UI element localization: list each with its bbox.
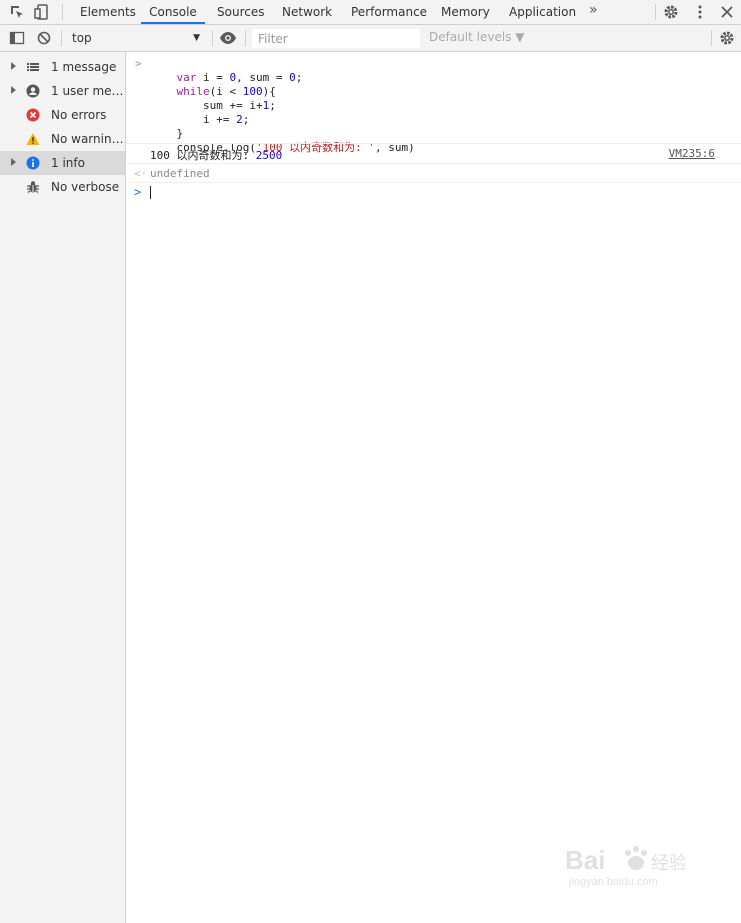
tab-elements[interactable]: Elements [80,0,136,24]
sidebar-item-label: 1 user mess... [51,84,124,98]
log-levels-dropdown[interactable]: Default levels ▼ [429,30,525,44]
tab-console[interactable]: Console [141,0,205,24]
sidebar-item-errors[interactable]: No errors [0,103,125,127]
toolbar-divider [655,4,656,20]
watermark-url: jingyan.baidu.com [569,876,658,888]
live-expression-eye-icon[interactable] [219,29,237,47]
user-icon [26,84,40,98]
chevron-down-icon: ▼ [193,33,200,43]
tab-performance[interactable]: Performance [351,0,427,24]
return-arrow-icon: <· [134,167,148,180]
tab-sources[interactable]: Sources [217,0,264,24]
toolbar-divider [711,30,712,46]
console-settings-gear-icon[interactable] [718,29,736,47]
console-input-caret[interactable] [150,186,151,199]
toolbar-divider [212,30,213,46]
tab-memory[interactable]: Memory [441,0,490,24]
info-icon [26,156,40,170]
list-icon [27,63,39,71]
watermark-logo: Bai du 经验 [565,845,687,876]
expand-arrow-icon[interactable] [11,62,16,70]
toolbar-divider [62,4,63,20]
tab-application[interactable]: Application [509,0,576,24]
toolbar-divider [61,30,62,46]
filter-field[interactable] [252,29,420,48]
error-icon [26,108,40,122]
device-toolbar-icon[interactable] [33,3,51,21]
svg-text:经验: 经验 [651,853,685,874]
source-link[interactable]: VM235:6 [669,147,715,160]
expand-arrow-icon[interactable] [11,86,16,94]
more-options-icon[interactable] [691,3,709,21]
console-toolbar: top ▼ Default levels ▼ [0,25,741,52]
sidebar-item-label: 1 message [51,60,117,74]
row-divider [126,143,741,144]
console-panel[interactable]: > var i = 0, sum = 0; while(i < 100){ su… [126,52,741,923]
clear-console-icon[interactable] [35,29,53,47]
sidebar-item-label: No verbose [51,180,120,194]
sidebar-toggle-icon[interactable] [8,29,26,47]
expand-arrow-icon[interactable] [11,158,16,166]
log-output: 100 以内奇数和为: 2500 [150,149,283,162]
prompt-chevron-icon: > [134,185,142,199]
row-divider [126,182,741,183]
context-value: top [72,31,92,45]
console-sidebar: 1 message 1 user mess... No errors No wa… [0,52,126,923]
sidebar-item-user-messages[interactable]: 1 user mess... [0,79,125,103]
sidebar-item-verbose[interactable]: No verbose [0,175,125,199]
sidebar-item-label: 1 info [51,156,85,170]
svg-text:du: du [617,862,630,875]
return-value: undefined [150,167,210,180]
baidu-jingyan-watermark: Bai du 经验 jingyan.baidu.com [565,843,705,893]
filter-input[interactable] [253,30,419,47]
more-tabs-icon[interactable]: » [589,2,598,18]
row-divider [126,163,741,164]
bug-icon [27,181,39,193]
sidebar-item-warnings[interactable]: No warnings [0,127,125,151]
context-selector[interactable]: top ▼ [66,29,206,48]
sidebar-item-label: No errors [51,108,107,122]
sidebar-item-info[interactable]: 1 info [0,151,125,175]
settings-gear-icon[interactable] [662,3,680,21]
input-chevron-icon: > [135,57,142,70]
warning-icon [26,133,40,145]
tab-network[interactable]: Network [282,0,332,24]
sidebar-item-messages[interactable]: 1 message [0,55,125,79]
sidebar-item-label: No warnings [51,132,124,146]
svg-text:Bai: Bai [565,845,605,875]
toolbar-divider [245,30,246,46]
devtools-tabbar: Elements Console Sources Network Perform… [0,0,741,25]
inspect-element-icon[interactable] [8,3,26,21]
close-icon[interactable] [718,3,736,21]
